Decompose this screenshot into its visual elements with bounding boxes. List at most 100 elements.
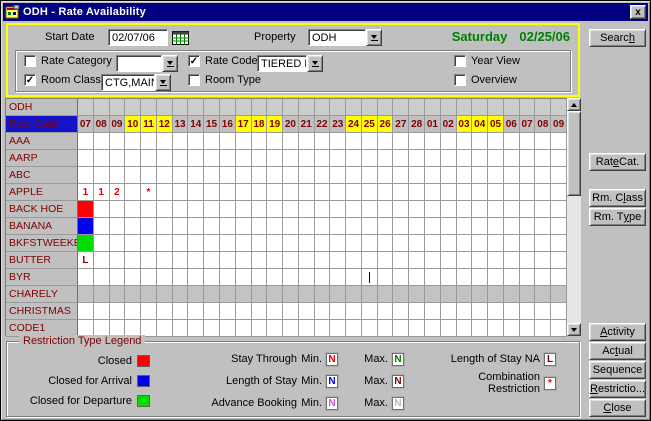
grid-cell[interactable]	[520, 167, 536, 184]
grid-cell[interactable]	[267, 133, 283, 150]
grid-cell[interactable]	[299, 184, 315, 201]
grid-cell[interactable]	[110, 150, 126, 167]
grid-cell[interactable]: L	[78, 252, 94, 269]
grid-cell[interactable]	[173, 303, 189, 320]
grid-cell[interactable]	[330, 218, 346, 235]
grid-cell[interactable]	[409, 235, 425, 252]
rate-code-row-label[interactable]: BYR	[6, 269, 78, 286]
grid-cell[interactable]	[330, 252, 346, 269]
grid-cell[interactable]	[283, 150, 299, 167]
grid-cell[interactable]	[110, 235, 126, 252]
grid-cell[interactable]	[252, 320, 268, 337]
grid-cell[interactable]	[346, 201, 362, 218]
grid-cell[interactable]	[94, 303, 110, 320]
grid-cell[interactable]	[393, 133, 409, 150]
grid-cell[interactable]	[236, 150, 252, 167]
grid-cell[interactable]: 1	[78, 184, 94, 201]
grid-cell[interactable]	[188, 320, 204, 337]
scrollbar-thumb[interactable]	[567, 111, 581, 196]
room-class-dropdown-arrow-icon[interactable]	[155, 74, 171, 91]
grid-cell[interactable]	[409, 167, 425, 184]
grid-cell[interactable]	[362, 252, 378, 269]
grid-cell[interactable]	[125, 184, 141, 201]
grid-cell[interactable]	[299, 150, 315, 167]
grid-cell[interactable]	[236, 286, 252, 303]
grid-cell[interactable]	[393, 320, 409, 337]
grid-cell[interactable]	[457, 167, 473, 184]
grid-cell[interactable]	[299, 269, 315, 286]
grid-cell[interactable]	[425, 320, 441, 337]
grid-cell[interactable]	[204, 320, 220, 337]
rate-category-dropdown-arrow-icon[interactable]	[162, 55, 178, 72]
grid-cell[interactable]	[157, 167, 173, 184]
grid-cell[interactable]	[125, 252, 141, 269]
scrollbar-track[interactable]	[567, 111, 581, 323]
grid-cell[interactable]	[425, 184, 441, 201]
grid-cell[interactable]	[551, 218, 567, 235]
grid-cell[interactable]	[457, 218, 473, 235]
grid-cell[interactable]	[441, 218, 457, 235]
actual-button[interactable]: Actual	[589, 342, 646, 360]
grid-cell[interactable]	[472, 320, 488, 337]
grid-cell[interactable]	[457, 252, 473, 269]
start-date-input[interactable]: 02/07/06	[108, 29, 168, 46]
close-button[interactable]: x	[630, 5, 646, 19]
grid-cell[interactable]	[125, 235, 141, 252]
grid-cell[interactable]	[520, 184, 536, 201]
grid-cell[interactable]	[283, 133, 299, 150]
grid-cell[interactable]	[330, 269, 346, 286]
grid-cell[interactable]	[220, 320, 236, 337]
rate-code-row-label[interactable]: ABC	[6, 167, 78, 184]
grid-cell[interactable]	[141, 201, 157, 218]
grid-cell[interactable]	[488, 167, 504, 184]
grid-cell[interactable]	[330, 150, 346, 167]
rate-code-row-label[interactable]: CHARELY	[6, 286, 78, 303]
grid-cell[interactable]	[346, 252, 362, 269]
grid-cell[interactable]	[299, 218, 315, 235]
grid-cell[interactable]	[520, 252, 536, 269]
grid-cell[interactable]	[472, 286, 488, 303]
grid-cell[interactable]	[378, 150, 394, 167]
grid-cell[interactable]	[188, 184, 204, 201]
grid-cell[interactable]	[220, 235, 236, 252]
grid-cell[interactable]	[125, 133, 141, 150]
grid-cell[interactable]	[188, 269, 204, 286]
grid-cell[interactable]	[125, 286, 141, 303]
grid-cell[interactable]	[78, 218, 94, 235]
grid-cell[interactable]	[78, 167, 94, 184]
grid-cell[interactable]	[157, 235, 173, 252]
grid-cell[interactable]	[409, 252, 425, 269]
grid-cell[interactable]	[157, 303, 173, 320]
grid-cell[interactable]	[535, 269, 551, 286]
grid-cell[interactable]	[441, 235, 457, 252]
grid-cell[interactable]	[472, 150, 488, 167]
sequence-button[interactable]: Sequence	[589, 361, 646, 379]
grid-cell[interactable]	[346, 303, 362, 320]
grid-cell[interactable]	[362, 133, 378, 150]
grid-cell[interactable]	[173, 184, 189, 201]
grid-cell[interactable]	[141, 133, 157, 150]
grid-cell[interactable]	[204, 133, 220, 150]
restriction-button[interactable]: Restrictio...	[589, 380, 646, 398]
grid-cell[interactable]	[457, 286, 473, 303]
grid-cell[interactable]	[220, 269, 236, 286]
grid-cell[interactable]	[141, 235, 157, 252]
grid-cell[interactable]	[504, 201, 520, 218]
grid-cell[interactable]	[110, 252, 126, 269]
grid-cell[interactable]	[409, 320, 425, 337]
grid-cell[interactable]	[362, 167, 378, 184]
rate-category-checkbox[interactable]	[24, 55, 36, 67]
grid-cell[interactable]	[173, 269, 189, 286]
property-combo[interactable]: ODH	[308, 29, 382, 46]
grid-cell[interactable]	[362, 320, 378, 337]
grid-cell[interactable]	[157, 201, 173, 218]
grid-cell[interactable]	[252, 150, 268, 167]
rate-code-row-label[interactable]: AAA	[6, 133, 78, 150]
grid-cell[interactable]	[504, 269, 520, 286]
grid-cell[interactable]	[520, 286, 536, 303]
grid-cell[interactable]	[441, 133, 457, 150]
grid-cell[interactable]	[188, 286, 204, 303]
grid-cell[interactable]	[204, 235, 220, 252]
grid-cell[interactable]	[488, 184, 504, 201]
grid-cell[interactable]	[472, 252, 488, 269]
